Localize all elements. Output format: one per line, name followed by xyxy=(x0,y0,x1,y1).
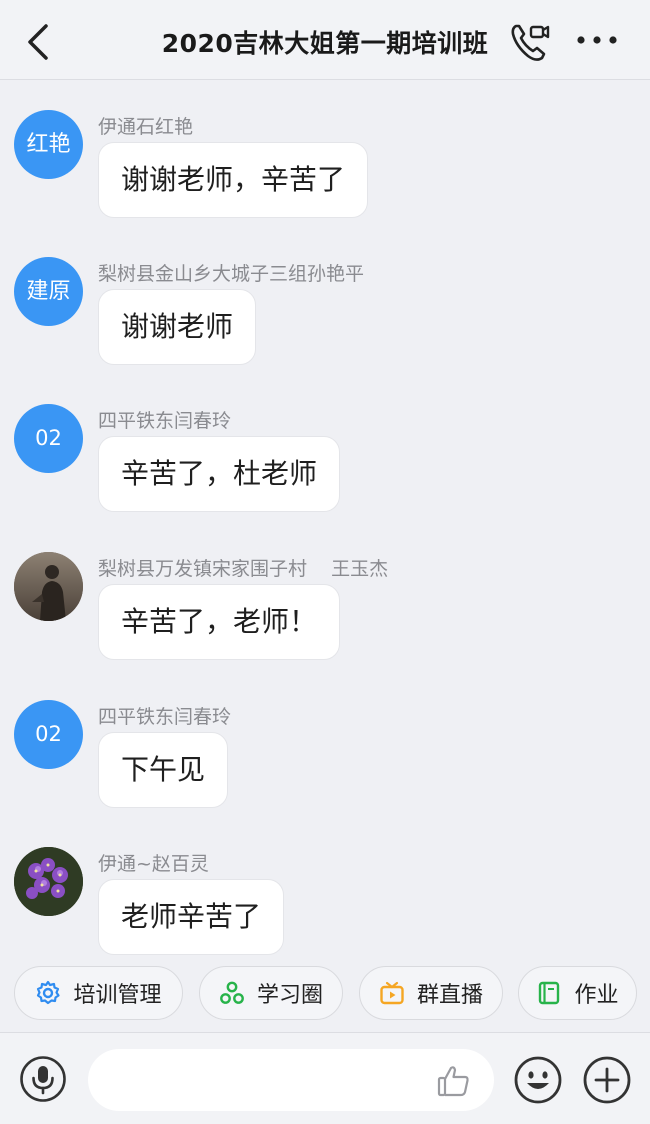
sender-name: 伊通石红艳 xyxy=(98,116,194,138)
message-bubble[interactable]: 辛苦了，老师！ xyxy=(98,584,341,660)
training-management-button[interactable]: 培训管理 xyxy=(14,966,183,1020)
message-bubble[interactable]: 下午见 xyxy=(98,732,229,808)
more-dots-icon xyxy=(577,36,617,44)
sender-name: 伊通~赵百灵 xyxy=(98,853,209,875)
message-input[interactable] xyxy=(88,1049,494,1111)
voice-button[interactable] xyxy=(19,1055,67,1103)
chip-label: 作业 xyxy=(574,983,619,1008)
video-call-button[interactable] xyxy=(508,20,552,64)
input-bar xyxy=(0,1032,650,1124)
avatar-photo[interactable] xyxy=(14,847,83,916)
sender-name: 梨树县金山乡大城子三组孙艳平 xyxy=(98,263,365,285)
sender-name: 梨树县万发镇宋家围子村 王玉杰 xyxy=(98,558,389,580)
sender-name: 四平铁东闫春玲 xyxy=(98,706,232,728)
emoji-button[interactable] xyxy=(513,1055,563,1105)
more-button[interactable] xyxy=(572,20,622,60)
microphone-icon xyxy=(20,1056,66,1102)
like-button[interactable] xyxy=(436,1063,472,1099)
avatar[interactable]: 建原 xyxy=(14,257,83,326)
avatar[interactable]: 02 xyxy=(14,700,83,769)
chat-title: 2020吉林大姐第一期培训班 xyxy=(161,29,489,58)
plus-button[interactable] xyxy=(582,1055,632,1105)
person-photo-icon xyxy=(14,552,83,621)
avatar[interactable]: 红艳 xyxy=(14,110,83,179)
message-bubble[interactable]: 谢谢老师 xyxy=(98,289,257,365)
chip-label: 学习圈 xyxy=(256,983,323,1008)
quick-actions-bar: 培训管理 学习圈 群直播 作业 xyxy=(0,966,650,1022)
sender-name: 四平铁东闫春玲 xyxy=(98,410,232,432)
thumbs-up-icon xyxy=(437,1066,469,1097)
message-bubble[interactable]: 辛苦了，杜老师 xyxy=(98,436,341,512)
plus-circle-icon xyxy=(583,1056,631,1104)
avatar[interactable]: 02 xyxy=(14,404,83,473)
message-bubble[interactable]: 谢谢老师，辛苦了 xyxy=(98,142,369,218)
video-call-icon xyxy=(511,24,550,61)
group-live-button[interactable]: 群直播 xyxy=(359,966,503,1020)
message-bubble[interactable]: 老师辛苦了 xyxy=(98,879,285,955)
chip-label: 培训管理 xyxy=(73,983,162,1008)
book-icon xyxy=(539,981,560,1005)
tv-play-icon xyxy=(380,981,404,1005)
chip-label: 群直播 xyxy=(416,983,483,1008)
chat-header: 2020吉林大姐第一期培训班 xyxy=(0,0,650,80)
homework-button[interactable]: 作业 xyxy=(518,966,637,1020)
study-circle-button[interactable]: 学习圈 xyxy=(199,966,343,1020)
smiley-icon xyxy=(514,1056,562,1104)
circles-icon xyxy=(220,981,244,1004)
flower-photo-icon xyxy=(14,847,83,916)
avatar-photo[interactable] xyxy=(14,552,83,621)
gear-icon xyxy=(37,980,61,1005)
